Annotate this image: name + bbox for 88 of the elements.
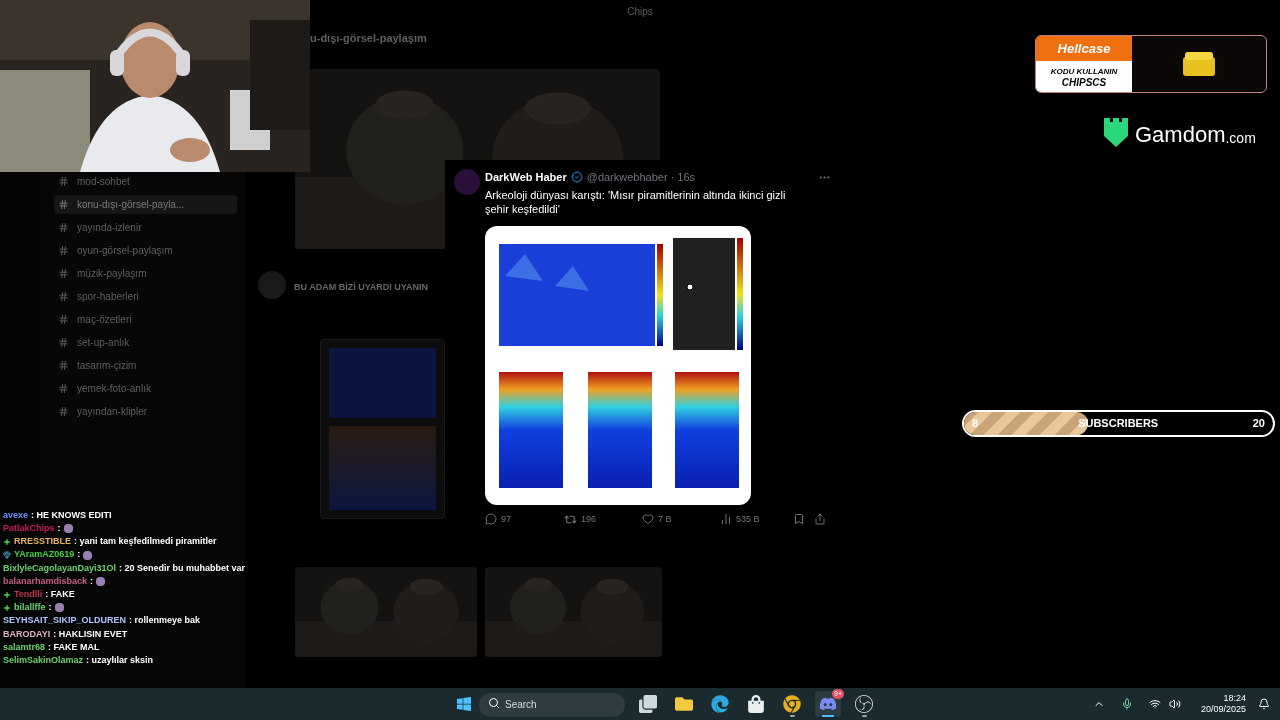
hash-icon	[58, 383, 69, 394]
chat-username: Tendlli	[14, 587, 43, 601]
plus-badge-icon	[3, 603, 11, 612]
task-view-icon	[639, 695, 657, 713]
clock-time: 18:24	[1223, 693, 1246, 704]
hash-icon	[58, 406, 69, 417]
hash-icon	[58, 337, 69, 348]
user-avatar	[258, 270, 286, 299]
chat-message: : yani tam keşfedilmedi piramitler	[74, 535, 217, 549]
chat-message: : FAKE	[45, 587, 75, 601]
chest-icon	[1182, 51, 1216, 77]
chat-username: bilallffe	[14, 601, 46, 615]
hash-icon	[58, 314, 69, 325]
hash-icon	[58, 245, 69, 256]
repost-button[interactable]: 196	[564, 512, 597, 526]
chat-message: : rollenmeye bak	[129, 614, 201, 628]
hash-icon	[58, 176, 69, 187]
folder-icon	[675, 695, 693, 713]
chat-message: : FAKE MAL	[48, 640, 100, 654]
wifi-icon	[1148, 698, 1161, 710]
chat-message: :	[90, 574, 94, 588]
chat-username: salamtr68	[3, 640, 46, 654]
sponsor-logo-text: Gamdom	[1135, 122, 1226, 148]
sponsor-logo-suffix: .com	[1225, 129, 1256, 148]
hash-icon	[58, 360, 69, 371]
hash-icon	[58, 199, 69, 210]
chat-username: PatlakChips	[3, 522, 55, 536]
chat-message: :	[48, 601, 52, 615]
like-button[interactable]: 7 B	[642, 512, 672, 526]
message-text: BU ADAM BİZİ UYARDI UYANIN	[294, 280, 428, 294]
notification-icon	[1258, 698, 1270, 710]
chrome-icon	[783, 695, 801, 713]
clock-date: 20/09/2025	[1200, 704, 1246, 715]
hash-icon	[58, 268, 69, 279]
gem-badge-icon	[3, 551, 11, 560]
channel-item[interactable]: yayından-klipler	[54, 402, 237, 421]
castle-icon	[1103, 116, 1129, 148]
channel-item[interactable]: maç-özetleri	[54, 310, 237, 329]
sponsor-brand: Hellcase	[1057, 39, 1111, 58]
promo-prompt: KODU KULLANIN	[1050, 65, 1118, 77]
goal-current: 8	[972, 416, 979, 432]
volume-icon	[1168, 698, 1181, 710]
chat-message: : 20 Senedir bu muhabbet var	[119, 561, 246, 575]
obs-icon	[855, 695, 873, 713]
chat-message: : HE KNOWS EDITI	[31, 508, 112, 522]
channel-item[interactable]: yemek-foto-anlık	[54, 379, 237, 398]
channel-item[interactable]: oyun-görsel-paylaşım	[54, 241, 237, 260]
discord-icon	[819, 695, 837, 713]
share-icon	[814, 513, 826, 526]
chat-username: BARODAYI	[3, 627, 51, 641]
windows-icon	[456, 696, 472, 712]
microphone-icon	[1120, 698, 1133, 710]
channel-item[interactable]: spor-haberleri	[54, 287, 237, 306]
channel-item[interactable]: konu-dışı-görsel-payla...	[54, 195, 237, 214]
chat-username: balanarhamdisback	[3, 574, 88, 588]
chat-message: :	[57, 522, 61, 536]
chat-message: : uzaylılar sksin	[86, 653, 154, 667]
channel-item[interactable]: müzik-paylaşım	[54, 264, 237, 283]
channel-header: u-dışı-görsel-paylaşım	[310, 31, 428, 46]
edge-icon	[711, 695, 729, 713]
search-icon	[488, 697, 500, 710]
promo-code: CHIPSCS	[1061, 76, 1107, 88]
chat-username: avexe	[3, 508, 29, 522]
chat-username: SEYHSAIT_SIKIP_OLDUREN	[3, 614, 127, 628]
chat-message: :	[77, 548, 81, 562]
store-icon	[747, 695, 765, 713]
chart-icon	[720, 513, 732, 526]
channel-item[interactable]: yayında-izlenir	[54, 218, 237, 237]
plus-badge-icon	[3, 590, 11, 599]
hash-icon	[58, 291, 69, 302]
views-button[interactable]: 535 B	[720, 512, 760, 526]
plus-badge-icon	[3, 537, 11, 546]
hash-icon	[58, 222, 69, 233]
chat-username: YAramAZ0619	[14, 548, 75, 562]
bookmark-icon	[793, 513, 805, 526]
channel-item[interactable]: tasarım-çizim	[54, 356, 237, 375]
window-title: Chips	[627, 4, 653, 19]
chat-message: : HAKLISIN EVET	[53, 627, 128, 641]
chat-username: BixlyleCagolayanDayi31Ol	[3, 561, 117, 575]
channel-item[interactable]: mod-sohbet	[54, 172, 237, 191]
heart-icon	[642, 513, 654, 526]
chat-username: RRESSTIBLE	[14, 535, 71, 549]
search-field[interactable]: Search	[479, 692, 625, 717]
channel-item[interactable]: set-up-anlık	[54, 333, 237, 352]
reply-button[interactable]: 97	[485, 512, 511, 526]
reply-icon	[485, 513, 497, 526]
chat-username: SelimSakinOlamaz	[3, 653, 84, 667]
goal-target: 20	[1252, 416, 1265, 432]
